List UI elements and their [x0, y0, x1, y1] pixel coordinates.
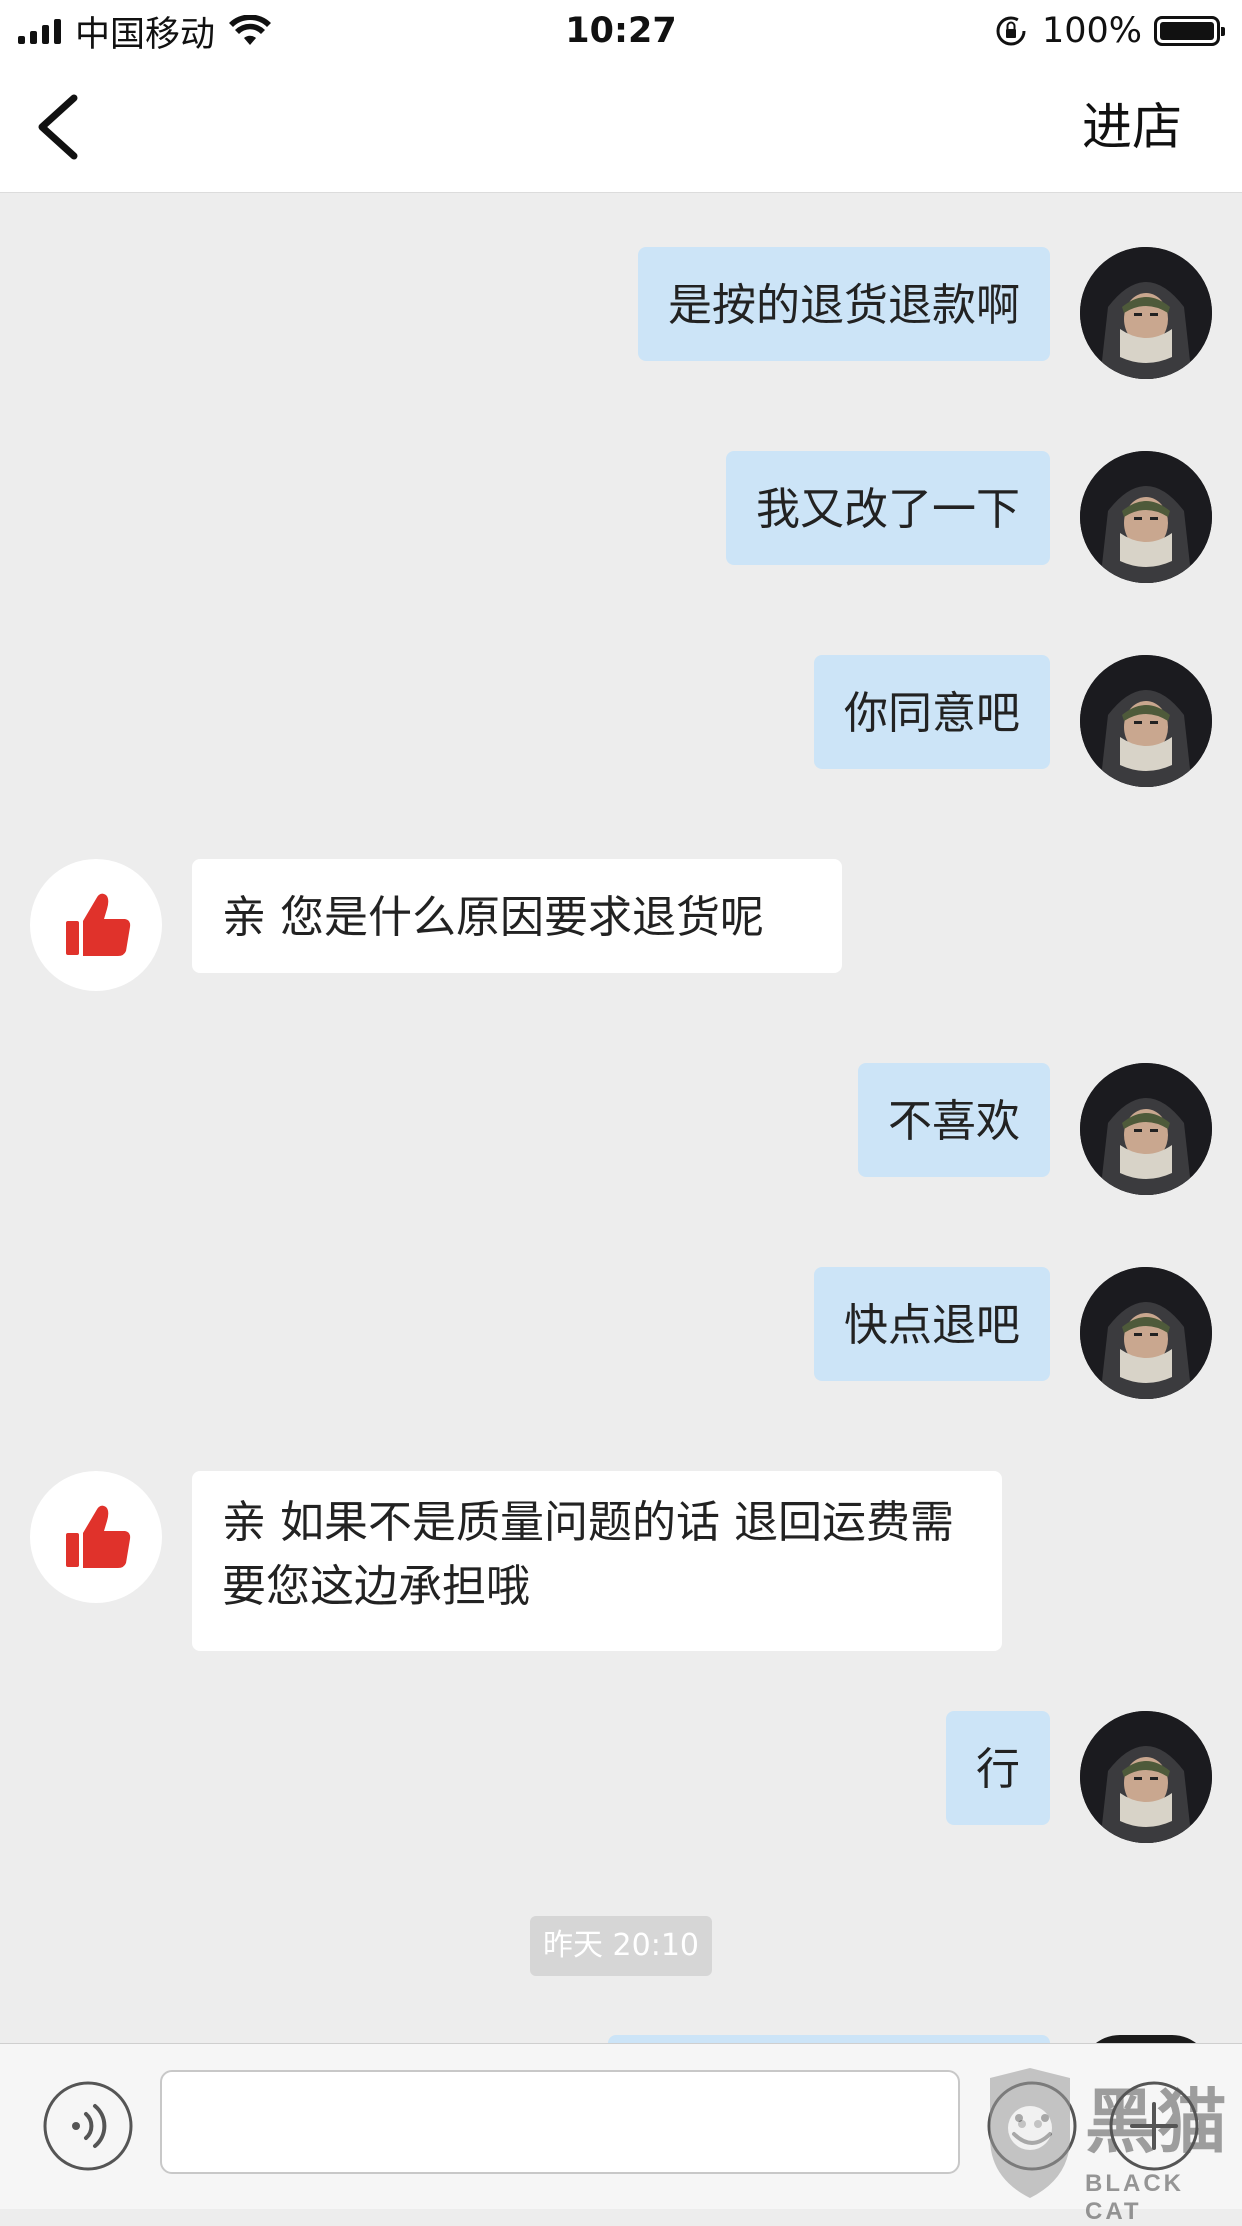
nav-bar: 进店 — [0, 62, 1242, 193]
message-bubble-mine-partial[interactable] — [608, 2035, 1050, 2043]
message-bubble-mine[interactable]: 快点退吧 — [814, 1267, 1050, 1381]
chat-area[interactable]: 是按的退货退款啊 我又改了一下 你同意吧 亲 您是什么原因要求退货呢 不喜欢 快… — [0, 193, 1242, 2043]
back-button[interactable] — [26, 90, 96, 164]
message-bubble-mine[interactable]: 是按的退货退款啊 — [638, 247, 1050, 361]
enter-shop-button[interactable]: 进店 — [1082, 96, 1182, 158]
thumbs-up-icon — [66, 1505, 131, 1568]
user-avatar[interactable] — [1080, 1063, 1212, 1195]
timestamp-chip: 昨天 20:10 — [530, 1916, 712, 1976]
message-input[interactable] — [160, 2070, 960, 2174]
user-avatar[interactable] — [1080, 1711, 1212, 1843]
battery-percent: 100% — [1041, 11, 1142, 51]
shop-avatar[interactable] — [30, 859, 162, 991]
shop-avatar[interactable] — [30, 1471, 162, 1603]
message-bubble-mine[interactable]: 不喜欢 — [858, 1063, 1050, 1177]
message-bubble-mine[interactable]: 我又改了一下 — [726, 451, 1050, 565]
watermark-subtext: BLACK CAT — [1085, 2170, 1184, 2225]
message-bubble-shop[interactable]: 亲 您是什么原因要求退货呢 — [192, 859, 842, 973]
watermark-text: 黑猫 — [1085, 2081, 1229, 2163]
battery-icon — [1154, 16, 1225, 46]
user-avatar[interactable] — [1080, 2035, 1212, 2043]
message-bubble-mine[interactable]: 行 — [946, 1711, 1050, 1825]
user-avatar[interactable] — [1080, 451, 1212, 583]
chevron-left-icon — [38, 94, 78, 160]
thumbs-up-icon — [66, 893, 131, 956]
user-avatar[interactable] — [1080, 247, 1212, 379]
voice-icon — [43, 2081, 133, 2171]
status-bar: 中国移动 10:27 100% — [0, 0, 1242, 62]
user-avatar[interactable] — [1080, 655, 1212, 787]
message-bubble-shop[interactable]: 亲 如果不是质量问题的话 退回运费需要您这边承担哦 — [192, 1471, 1002, 1651]
orientation-lock-icon — [996, 16, 1026, 46]
voice-button[interactable] — [42, 2080, 134, 2172]
user-avatar[interactable] — [1080, 1267, 1212, 1399]
message-bubble-mine[interactable]: 你同意吧 — [814, 655, 1050, 769]
